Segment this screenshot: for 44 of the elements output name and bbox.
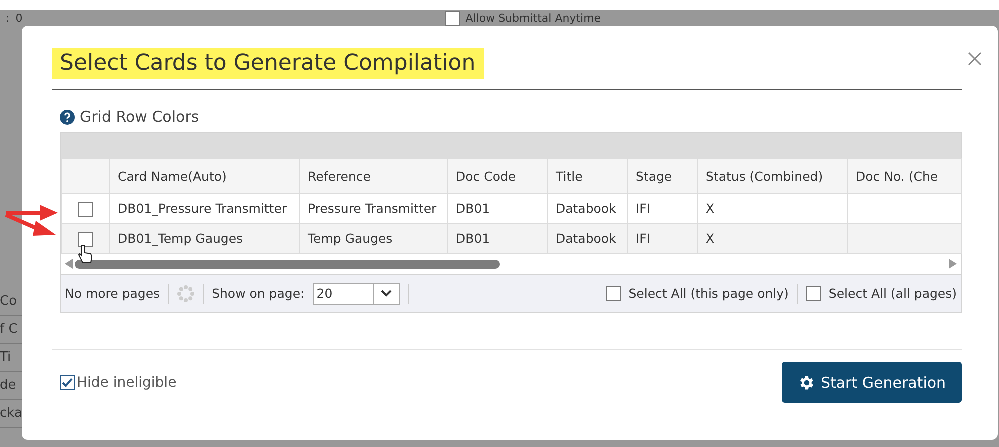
checkbox[interactable] [806, 286, 821, 301]
table-cell: Databook [548, 194, 628, 224]
checkbox[interactable] [444, 10, 460, 26]
row-checkbox[interactable] [78, 202, 93, 217]
page-size-dropdown[interactable]: 20 [312, 282, 400, 304]
loading-icon [177, 284, 196, 302]
checkbox[interactable] [606, 286, 621, 301]
field-label: : [6, 12, 10, 24]
page-size-label: Show on page: [212, 286, 305, 301]
checkbox-label: Select All (all pages) [828, 286, 957, 301]
help-icon[interactable] [60, 110, 75, 124]
column-header[interactable]: Doc No. (Che [848, 158, 962, 194]
table-cell: DB01_Temp Gauges [110, 224, 300, 254]
table-cell: X [698, 194, 848, 224]
column-header[interactable]: Reference [300, 158, 448, 194]
table-cell: Temp Gauges [300, 224, 448, 254]
row-checkbox[interactable] [78, 232, 93, 247]
dialog-title: Select Cards to Generate Compilation [52, 48, 484, 79]
table-cell: DB01 [448, 194, 548, 224]
section-title: Grid Row Colors [80, 108, 200, 126]
column-header[interactable]: Doc Code [448, 158, 548, 194]
column-header[interactable]: Card Name(Auto) [110, 158, 300, 194]
scrollbar-thumb[interactable] [75, 260, 500, 268]
scroll-right-icon[interactable] [949, 259, 957, 269]
checkbox-label: Hide ineligible [77, 374, 177, 390]
table-cell: X [698, 224, 848, 254]
table-cell: Databook [548, 224, 628, 254]
checkbox[interactable] [60, 375, 75, 390]
close-button[interactable] [968, 52, 982, 66]
field-value: 0 [16, 12, 23, 24]
checkbox-label: Allow Submittal Anytime [466, 12, 602, 24]
scroll-left-icon[interactable] [65, 259, 73, 269]
column-header[interactable]: Stage [628, 158, 698, 194]
paging-status: No more pages [65, 286, 160, 301]
table-cell: DB01_Pressure Transmitter [110, 194, 300, 224]
table-cell: IFI [628, 224, 698, 254]
checkbox-label: Select All (this page only) [628, 286, 789, 301]
column-header[interactable]: Title [548, 158, 628, 194]
table-cell: Pressure Transmitter [300, 194, 448, 224]
column-header[interactable]: Status (Combined) [698, 158, 848, 194]
table-cell: DB01 [448, 224, 548, 254]
start-generation-button[interactable]: Start Generation [782, 362, 962, 403]
gear-icon [798, 374, 816, 392]
table-cell: IFI [628, 194, 698, 224]
